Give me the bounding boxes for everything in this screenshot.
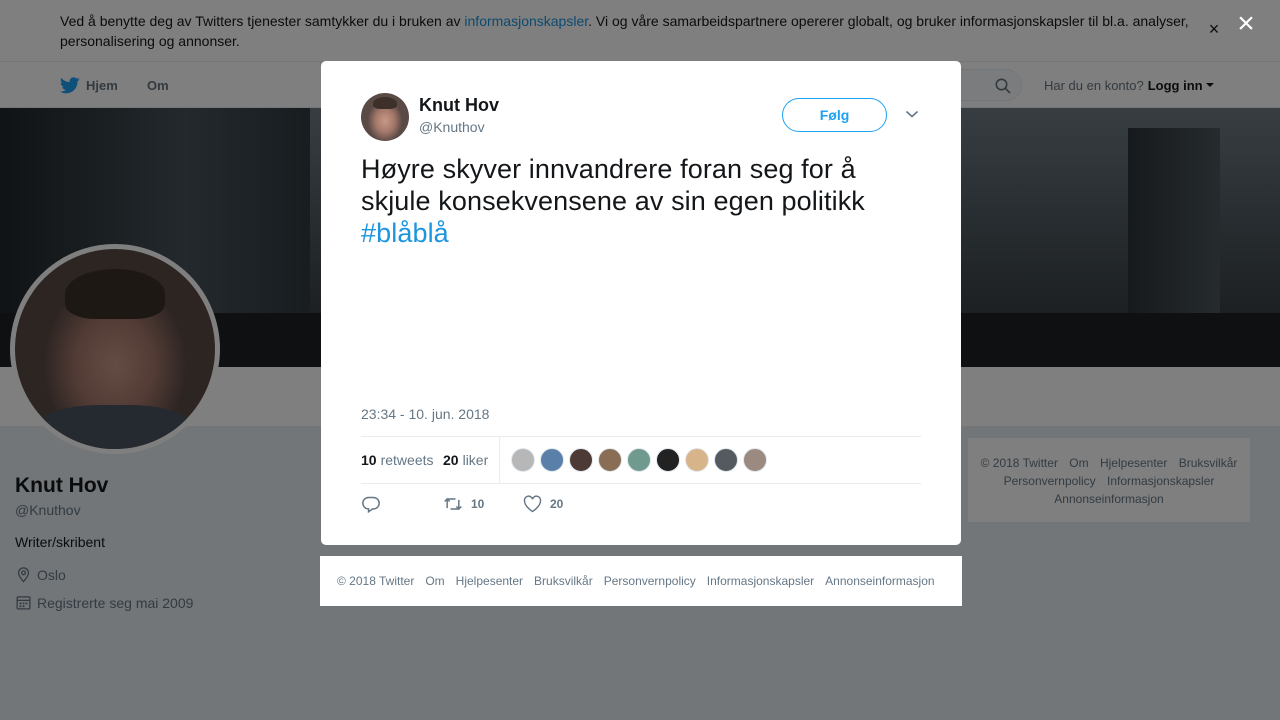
tweet-text: Høyre skyver innvandrere foran seg for å…	[361, 153, 921, 249]
tweet-hashtag[interactable]: #blåblå	[361, 217, 921, 249]
liker-avatar[interactable]	[540, 448, 564, 472]
modal-footer: © 2018 Twitter Om Hjelpesenter Bruksvilk…	[320, 556, 962, 606]
tweet-author-name[interactable]: Knut Hov	[419, 95, 499, 116]
liker-avatars	[511, 448, 772, 472]
follow-button[interactable]: Følg	[782, 98, 887, 132]
liker-avatar[interactable]	[685, 448, 709, 472]
modal-footer-link-ads[interactable]: Annonseinformasjon	[825, 574, 934, 588]
reply-button[interactable]	[361, 495, 389, 513]
retweets-stat[interactable]: 10 retweets	[361, 437, 434, 483]
likes-label: liker	[462, 452, 489, 468]
retweet-icon	[444, 497, 462, 511]
reply-icon	[362, 496, 380, 513]
liker-avatar[interactable]	[714, 448, 738, 472]
stats-divider	[499, 437, 500, 483]
modal-footer-copyright: © 2018 Twitter	[337, 574, 415, 588]
liker-avatar[interactable]	[656, 448, 680, 472]
tweet-modal: Knut Hov @Knuthov Følg Høyre skyver innv…	[321, 61, 961, 545]
liker-avatar[interactable]	[569, 448, 593, 472]
retweet-action-count: 10	[471, 497, 485, 511]
liker-avatar[interactable]	[511, 448, 535, 472]
tweet-author-handle[interactable]: @Knuthov	[419, 119, 485, 135]
retweets-label: retweets	[380, 452, 434, 468]
liker-avatar[interactable]	[627, 448, 651, 472]
like-button[interactable]: 20	[523, 495, 563, 513]
chevron-down-icon[interactable]	[905, 109, 919, 119]
modal-footer-link-about[interactable]: Om	[425, 574, 444, 588]
close-icon[interactable]: ×	[1234, 9, 1258, 39]
tweet-text-body: Høyre skyver innvandrere foran seg for å…	[361, 154, 865, 216]
retweet-button[interactable]: 10	[443, 495, 484, 513]
liker-avatar[interactable]	[598, 448, 622, 472]
retweets-count: 10	[361, 452, 377, 468]
modal-footer-link-terms[interactable]: Bruksvilkår	[534, 574, 593, 588]
likes-stat[interactable]: 20 liker	[443, 437, 488, 483]
heart-icon	[523, 495, 542, 513]
likes-count: 20	[443, 452, 459, 468]
liker-avatar[interactable]	[743, 448, 767, 472]
modal-footer-link-privacy[interactable]: Personvernpolicy	[604, 574, 696, 588]
modal-footer-link-cookies[interactable]: Informasjonskapsler	[707, 574, 814, 588]
like-action-count: 20	[550, 497, 564, 511]
tweet-timestamp[interactable]: 23:34 - 10. jun. 2018	[361, 406, 489, 422]
modal-footer-link-help[interactable]: Hjelpesenter	[456, 574, 523, 588]
tweet-author-avatar[interactable]	[361, 93, 409, 141]
avatar-hair	[373, 96, 397, 110]
tweet-stats: 10 retweets 20 liker	[361, 436, 921, 484]
tweet-actions: 10 20	[361, 495, 921, 515]
